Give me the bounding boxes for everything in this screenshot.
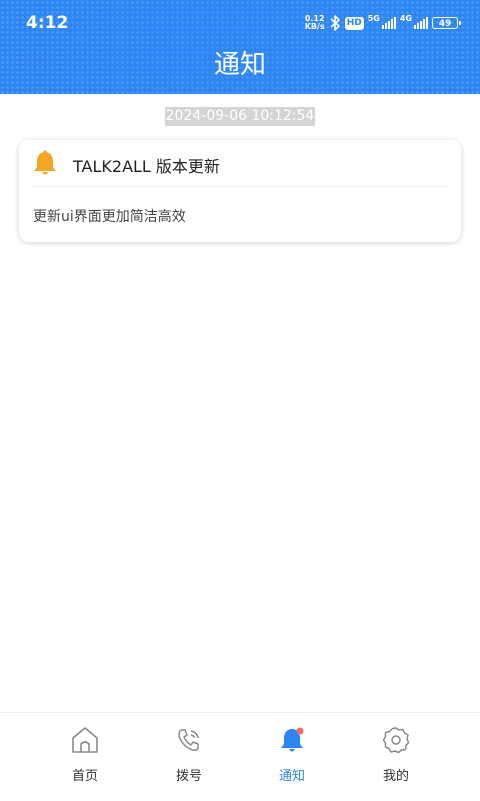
page-title: 通知	[213, 50, 266, 80]
network-type-2: 4G	[399, 14, 412, 23]
tab-me[interactable]: 我的	[336, 713, 456, 801]
signal-bars-1	[381, 17, 396, 29]
status-bar-right: 0.12 KB/s HD 5G 4G 49	[305, 12, 461, 34]
bell-icon	[281, 727, 304, 752]
network-type-1: 5G	[367, 14, 380, 23]
tab-me-label: 我的	[382, 769, 409, 784]
hd-badge: HD	[344, 16, 364, 30]
tab-notifications[interactable]: 通知	[232, 713, 352, 801]
notification-body: 更新ui界面更加简洁高效	[33, 209, 186, 225]
home-icon	[72, 727, 98, 753]
notification-title: TALK2ALL 版本更新	[73, 157, 220, 176]
tab-notifications-label: 通知	[278, 769, 305, 784]
net-speed-unit: KB/s	[304, 22, 325, 31]
signal-bars-2	[414, 17, 428, 29]
notification-dot	[296, 727, 304, 735]
status-time: 4:12	[26, 13, 69, 33]
phone-icon	[178, 729, 199, 751]
tab-dial-label: 拨号	[175, 769, 202, 784]
bottom-tab-bar: 首页 拨号 通知 我的	[0, 712, 480, 801]
tab-home-label: 首页	[71, 769, 98, 784]
battery-indicator: 49	[432, 17, 461, 29]
notification-timestamp: 2024-09-06 10:12:54	[165, 107, 315, 126]
net-speed: 0.12 KB/s	[305, 15, 325, 31]
gear-icon	[382, 727, 410, 754]
bluetooth-icon	[330, 15, 340, 31]
header-bar: 4:12 0.12 KB/s HD 5G 4G 49 通知	[0, 0, 480, 94]
card-divider	[33, 186, 447, 187]
tab-home[interactable]: 首页	[25, 713, 145, 801]
notification-card[interactable]: TALK2ALL 版本更新 更新ui界面更加简洁高效	[19, 140, 461, 242]
bell-icon	[34, 150, 56, 175]
tab-dial[interactable]: 拨号	[129, 713, 249, 801]
